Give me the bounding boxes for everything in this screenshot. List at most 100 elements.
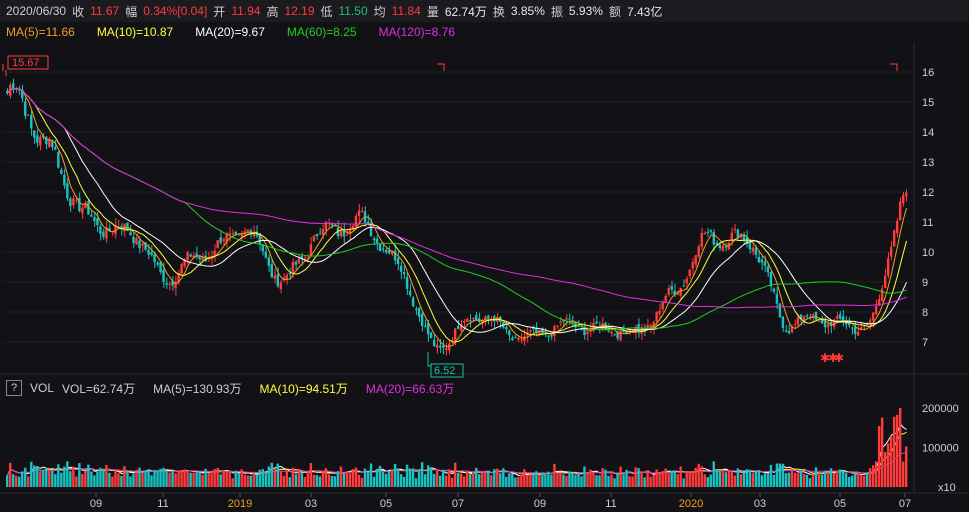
candle-body bbox=[321, 229, 325, 235]
volume-bar bbox=[417, 470, 421, 487]
volume-bar bbox=[793, 472, 797, 487]
volume-bar bbox=[444, 475, 448, 487]
candle-body bbox=[306, 257, 310, 259]
candle-body bbox=[883, 275, 887, 288]
volume-bar bbox=[33, 465, 36, 487]
volume-bar bbox=[691, 471, 694, 487]
candle-body bbox=[360, 211, 364, 213]
time-tick-label: 03 bbox=[754, 498, 766, 510]
volume-bar bbox=[877, 426, 881, 487]
volume-bar bbox=[787, 472, 791, 487]
candle-body bbox=[514, 337, 517, 339]
candle-body bbox=[396, 258, 400, 265]
candle-body bbox=[829, 322, 833, 327]
volume-bar bbox=[264, 472, 267, 487]
candle-body bbox=[688, 269, 691, 277]
volume-bar bbox=[724, 472, 727, 487]
volume-bar bbox=[493, 469, 496, 487]
price-tick-label: 7 bbox=[922, 337, 928, 349]
candle-body bbox=[60, 169, 63, 174]
bracket-mark bbox=[890, 63, 898, 71]
volume-bar bbox=[261, 469, 264, 487]
ma5-legend[interactable]: MA(5)=11.66 bbox=[6, 25, 75, 39]
signal-star-icon: ✱ bbox=[828, 351, 838, 365]
ma10-legend[interactable]: MA(10)=10.87 bbox=[97, 25, 173, 39]
volume-bar bbox=[733, 475, 737, 487]
candle-body bbox=[246, 229, 249, 233]
volume-bar bbox=[820, 474, 824, 487]
volume-bar bbox=[862, 475, 866, 487]
volume-bar bbox=[616, 472, 619, 487]
candle-body bbox=[469, 320, 472, 322]
candle-body bbox=[739, 233, 743, 238]
turnover-value: 3.85% bbox=[510, 4, 545, 18]
volume-bar bbox=[832, 472, 836, 487]
volume-bar bbox=[883, 452, 887, 487]
candle-body bbox=[87, 201, 90, 215]
candle-body bbox=[429, 332, 433, 339]
volume-bar bbox=[676, 474, 679, 487]
candle-body bbox=[703, 232, 706, 235]
volume-bar bbox=[162, 467, 165, 487]
candle-body bbox=[649, 324, 652, 327]
candle-body bbox=[423, 325, 427, 327]
volume-bar bbox=[484, 471, 487, 487]
volume-bar bbox=[426, 465, 430, 487]
candle-body bbox=[39, 136, 42, 146]
volume-bar bbox=[360, 477, 364, 487]
ma120-legend[interactable]: MA(120)=8.76 bbox=[379, 25, 455, 39]
volume-bar bbox=[880, 417, 884, 487]
price-tick-label: 9 bbox=[922, 277, 928, 289]
volume-bar bbox=[865, 472, 869, 487]
candle-body bbox=[730, 232, 734, 241]
volume-bar bbox=[441, 469, 445, 487]
ma60-legend[interactable]: MA(60)=8.25 bbox=[287, 25, 357, 39]
candle-body bbox=[889, 246, 893, 257]
candle-body bbox=[679, 287, 682, 296]
volume-bar bbox=[276, 463, 280, 487]
candle-body bbox=[493, 316, 496, 322]
candle-body bbox=[586, 331, 589, 335]
candle-body bbox=[472, 318, 475, 320]
candle-body bbox=[390, 250, 394, 255]
candle-body bbox=[628, 329, 631, 331]
change-label: 幅 bbox=[125, 4, 138, 19]
candle-body bbox=[712, 231, 715, 245]
time-tick-label: 09 bbox=[534, 498, 546, 510]
volume-bar bbox=[475, 467, 478, 487]
time-tick-label: 2020 bbox=[679, 498, 703, 510]
volume-bar bbox=[348, 473, 352, 487]
volume-bar bbox=[300, 473, 304, 487]
help-icon[interactable]: ? bbox=[6, 380, 22, 396]
candle-body bbox=[508, 330, 511, 336]
candle-body bbox=[402, 272, 406, 275]
volume-bar bbox=[757, 470, 761, 487]
candle-body bbox=[658, 310, 661, 315]
candle-body bbox=[426, 322, 430, 335]
volume-bar bbox=[697, 463, 700, 487]
volume-bar bbox=[294, 474, 298, 487]
volume-bar bbox=[63, 466, 66, 487]
volume-bar bbox=[369, 463, 373, 487]
candle-body bbox=[42, 135, 45, 138]
volume-bar bbox=[438, 475, 442, 487]
volume-bar bbox=[39, 471, 42, 487]
volume-bar bbox=[192, 472, 195, 487]
volume-bar bbox=[45, 467, 48, 487]
stock-chart[interactable]: 16 15 14 13 12 11 10 9 8 7 200000 100000 x10 09 11 2019… bbox=[0, 0, 969, 512]
volume-bar bbox=[390, 469, 394, 487]
volume-bar bbox=[592, 471, 595, 487]
candle-body bbox=[670, 285, 673, 290]
change-value: 0.34%[0.04] bbox=[143, 4, 208, 18]
volume-bar bbox=[829, 468, 833, 487]
ma20-legend[interactable]: MA(20)=9.67 bbox=[195, 25, 265, 39]
volume-bar bbox=[354, 467, 358, 487]
candle-body bbox=[255, 231, 258, 237]
candle-body bbox=[114, 225, 117, 235]
volume-bar bbox=[420, 462, 424, 487]
candle-body bbox=[198, 255, 201, 260]
candle-body bbox=[357, 210, 361, 216]
avg-value: 11.84 bbox=[391, 4, 421, 18]
candle-body bbox=[252, 232, 255, 237]
volume-bar bbox=[267, 466, 270, 487]
